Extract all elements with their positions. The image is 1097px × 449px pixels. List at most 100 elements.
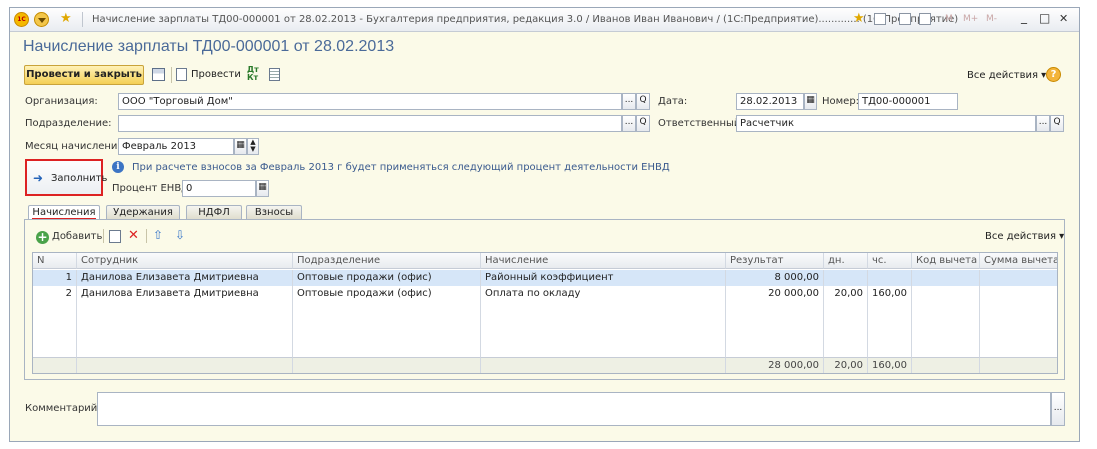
total-days: 20,00 bbox=[824, 357, 868, 373]
fill-arrow-icon: ➜ bbox=[33, 171, 44, 185]
table-row-2-code[interactable] bbox=[912, 286, 980, 302]
calendar-icon[interactable]: ▦ bbox=[804, 93, 817, 110]
column-header-hours[interactable]: чс. bbox=[868, 253, 912, 269]
table-toolbar-divider bbox=[103, 229, 104, 243]
calculator-icon[interactable] bbox=[899, 13, 911, 25]
accruals-table[interactable]: N Сотрудник Подразделение Начисление Рез… bbox=[32, 252, 1058, 374]
close-icon[interactable]: ✕ bbox=[1059, 12, 1068, 25]
month-spinner-icon[interactable]: ▲ ▼ bbox=[247, 138, 259, 155]
table-row-1-code[interactable] bbox=[912, 270, 980, 286]
column-header-days[interactable]: дн. bbox=[824, 253, 868, 269]
organization-select-button[interactable]: ... bbox=[622, 93, 636, 110]
table-row-1-department[interactable]: Оптовые продажи (офис) bbox=[293, 270, 481, 286]
save-icon[interactable] bbox=[152, 68, 165, 81]
empty-col-guide bbox=[293, 302, 481, 358]
month-field[interactable]: Февраль 2013 bbox=[118, 138, 234, 155]
table-row-2-n[interactable]: 2 bbox=[33, 286, 77, 302]
1c-logo-icon[interactable]: 1С bbox=[14, 12, 29, 27]
month-label: Месяц начисления: bbox=[25, 141, 127, 152]
document-window: 1С ★ Начисление зарплаты ТД00-000001 от … bbox=[9, 7, 1080, 442]
table-row-1-n[interactable]: 1 bbox=[33, 270, 77, 286]
empty-col-guide bbox=[912, 302, 980, 358]
organization-field[interactable]: ООО "Торговый Дом" bbox=[118, 93, 622, 110]
department-field[interactable] bbox=[118, 115, 622, 132]
date-field[interactable]: 28.02.2013 bbox=[736, 93, 804, 110]
department-select-button[interactable]: ... bbox=[622, 115, 636, 132]
empty-col-guide bbox=[481, 302, 726, 358]
post-and-close-button[interactable]: Провести и закрыть bbox=[24, 65, 144, 85]
help-icon[interactable]: ? bbox=[1046, 67, 1061, 82]
table-row-1-days[interactable] bbox=[824, 270, 868, 286]
responsible-search-icon[interactable]: Q bbox=[1050, 115, 1064, 132]
table-row-1-accrual[interactable]: Районный коэффициент bbox=[481, 270, 726, 286]
envd-field[interactable]: 0 bbox=[182, 180, 256, 197]
table-row-2-employee[interactable]: Данилова Елизавета Дмитриевна bbox=[77, 286, 293, 302]
footer-cell bbox=[980, 357, 1057, 373]
favorite-star-icon[interactable]: ★ bbox=[60, 11, 72, 26]
add-button[interactable]: Добавить bbox=[52, 231, 102, 242]
comment-label: Комментарий: bbox=[25, 403, 101, 414]
table-row-2-department[interactable]: Оптовые продажи (офис) bbox=[293, 286, 481, 302]
envd-info-text: При расчете взносов за Февраль 2013 г бу… bbox=[132, 162, 670, 173]
footer-cell bbox=[77, 357, 293, 373]
favorite-add-icon[interactable]: ★ bbox=[853, 11, 865, 26]
column-header-department[interactable]: Подразделение bbox=[293, 253, 481, 269]
table-toolbar-divider-2 bbox=[146, 229, 147, 243]
dt-kt-icon[interactable]: Дт Кт bbox=[247, 66, 259, 82]
print-report-icon[interactable] bbox=[269, 68, 280, 81]
table-row-1-employee[interactable]: Данилова Елизавета Дмитриевна bbox=[77, 270, 293, 286]
table-row-2-accrual[interactable]: Оплата по окладу bbox=[481, 286, 726, 302]
empty-col-guide bbox=[77, 302, 293, 358]
title-divider bbox=[82, 12, 83, 27]
total-hours: 160,00 bbox=[868, 357, 912, 373]
envd-calculator-icon[interactable]: ▦ bbox=[256, 180, 269, 197]
calendar-icon[interactable] bbox=[919, 13, 931, 25]
minimize-icon[interactable]: _ bbox=[1021, 10, 1027, 24]
main-menu-icon[interactable] bbox=[34, 12, 49, 27]
table-row-2-days[interactable]: 20,00 bbox=[824, 286, 868, 302]
post-button[interactable]: Провести bbox=[191, 69, 241, 80]
column-header-code[interactable]: Код вычета bbox=[912, 253, 980, 269]
table-row-2-result[interactable]: 20 000,00 bbox=[726, 286, 824, 302]
delete-row-icon[interactable]: ✕ bbox=[128, 228, 139, 243]
month-calendar-icon[interactable]: ▦ bbox=[234, 138, 247, 155]
number-field[interactable]: ТД00-000001 bbox=[858, 93, 958, 110]
all-actions-menu[interactable]: Все действия ▾ bbox=[967, 70, 1046, 81]
column-header-employee[interactable]: Сотрудник bbox=[77, 253, 293, 269]
post-icon[interactable] bbox=[176, 68, 187, 81]
tab-deductions[interactable]: Удержания bbox=[106, 205, 180, 220]
link-icon[interactable] bbox=[874, 13, 886, 25]
memory-plus-icon[interactable]: M+ bbox=[963, 14, 978, 24]
add-icon[interactable]: + bbox=[36, 231, 49, 244]
fill-button[interactable]: ➜ Заполнить bbox=[25, 159, 107, 196]
toolbar-divider bbox=[171, 67, 172, 83]
table-row-1-amount[interactable] bbox=[980, 270, 1057, 286]
column-header-result[interactable]: Результат bbox=[726, 253, 824, 269]
table-row-1-result[interactable]: 8 000,00 bbox=[726, 270, 824, 286]
memory-m-icon[interactable]: M bbox=[945, 14, 953, 24]
responsible-field[interactable]: Расчетчик bbox=[736, 115, 1036, 132]
column-header-accrual[interactable]: Начисление bbox=[481, 253, 726, 269]
organization-search-icon[interactable]: Q bbox=[636, 93, 650, 110]
memory-minus-icon[interactable]: M- bbox=[986, 14, 997, 24]
comment-field[interactable] bbox=[97, 392, 1051, 426]
footer-cell bbox=[912, 357, 980, 373]
fill-button-label: Заполнить bbox=[51, 173, 108, 184]
table-row-2-hours[interactable]: 160,00 bbox=[868, 286, 912, 302]
column-header-amount[interactable]: Сумма вычета bbox=[980, 253, 1057, 269]
table-all-actions-menu[interactable]: Все действия ▾ bbox=[985, 231, 1064, 242]
number-label: Номер: bbox=[822, 96, 860, 107]
move-up-icon[interactable]: ⇧ bbox=[153, 228, 163, 242]
copy-row-icon[interactable] bbox=[109, 230, 121, 243]
tab-contributions[interactable]: Взносы bbox=[246, 205, 302, 220]
column-header-n[interactable]: N bbox=[33, 253, 77, 269]
department-search-icon[interactable]: Q bbox=[636, 115, 650, 132]
tab-ndfl[interactable]: НДФЛ bbox=[186, 205, 242, 220]
move-down-icon[interactable]: ⇩ bbox=[175, 228, 185, 242]
table-row-1-hours[interactable] bbox=[868, 270, 912, 286]
footer-cell bbox=[481, 357, 726, 373]
table-row-2-amount[interactable] bbox=[980, 286, 1057, 302]
maximize-icon[interactable]: □ bbox=[1039, 11, 1050, 25]
comment-select-button[interactable]: ... bbox=[1051, 392, 1065, 426]
responsible-select-button[interactable]: ... bbox=[1036, 115, 1050, 132]
